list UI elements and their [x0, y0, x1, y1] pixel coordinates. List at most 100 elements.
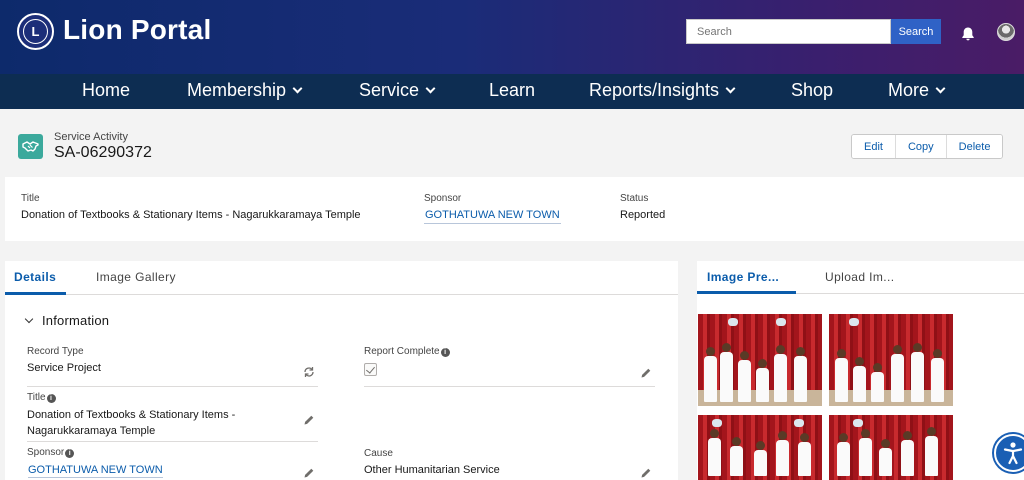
chevron-down-icon [24, 314, 34, 324]
record-actions: Edit Copy Delete [851, 134, 1004, 159]
title-label-text: Title [27, 392, 46, 403]
photo-person [931, 349, 944, 402]
photo-decoration [776, 318, 786, 326]
nav-shop[interactable]: Shop [791, 74, 833, 109]
accessibility-icon [1003, 442, 1023, 465]
logo-text: L [23, 19, 48, 44]
tab-upload-image[interactable]: Upload Im... [825, 270, 895, 284]
details-card: Details Image Gallery Information Record… [5, 261, 678, 480]
record-name: SA-06290372 [54, 144, 152, 161]
report-complete-text: Report Complete [364, 346, 440, 357]
record-header: Service Activity SA-06290372 Edit Copy D… [0, 109, 1024, 173]
gallery-photo[interactable] [698, 314, 822, 406]
bell-icon[interactable] [960, 26, 976, 42]
nav-learn[interactable]: Learn [489, 74, 535, 109]
report-complete-checkbox [364, 363, 377, 376]
info-icon[interactable]: i [440, 348, 450, 357]
user-avatar[interactable] [997, 23, 1015, 41]
photo-person [859, 429, 872, 476]
photo-person [708, 429, 721, 476]
details-tabs: Details Image Gallery [5, 261, 678, 295]
photo-person [754, 441, 767, 476]
photo-person [879, 439, 892, 476]
title-value-line2: Nagarukkaramaya Temple [27, 425, 156, 437]
gallery-photo[interactable] [829, 415, 953, 480]
highlights-panel: Title Donation of Textbooks & Stationary… [5, 177, 1024, 241]
change-record-type-icon[interactable] [303, 366, 315, 378]
highlight-status-label: Status [620, 193, 649, 204]
edit-button[interactable]: Edit [852, 135, 895, 158]
search-input[interactable] [686, 19, 891, 44]
info-icon[interactable]: i [65, 449, 75, 458]
photo-person [871, 363, 884, 402]
chevron-down-icon [935, 83, 946, 94]
edit-pencil-icon[interactable] [303, 467, 315, 479]
highlight-title-value: Donation of Textbooks & Stationary Items… [21, 209, 361, 221]
gallery-photo[interactable] [698, 415, 822, 480]
photo-person [756, 359, 769, 402]
accessibility-button[interactable] [994, 434, 1024, 472]
active-tab-indicator [5, 292, 66, 295]
nav-label: Reports/Insights [589, 80, 720, 100]
cause-field-label: Cause [364, 448, 393, 459]
main-nav: Home Membership Service Learn Reports/In… [0, 74, 1024, 109]
sponsor-label-text: Sponsor [27, 447, 65, 458]
photo-person [853, 357, 866, 402]
record-type-label: Record Type [27, 346, 84, 357]
photo-person [730, 437, 743, 476]
delete-button[interactable]: Delete [945, 135, 1003, 158]
sponsor-link[interactable]: GOTHATUWA NEW TOWN [28, 464, 163, 478]
highlight-sponsor-value[interactable]: GOTHATUWA NEW TOWN [424, 209, 561, 224]
nav-home[interactable]: Home [82, 74, 130, 109]
photo-person [798, 433, 811, 476]
divider [27, 441, 318, 442]
photo-decoration [712, 419, 722, 427]
title-field-value: Donation of Textbooks & Stationary Items… [27, 407, 235, 439]
info-icon[interactable]: i [46, 394, 56, 403]
nav-reports-insights[interactable]: Reports/Insights [589, 74, 736, 109]
sponsor-field-value[interactable]: GOTHATUWA NEW TOWN [28, 462, 163, 478]
nav-membership[interactable]: Membership [187, 74, 303, 109]
brand-title[interactable]: Lion Portal [63, 14, 211, 46]
highlight-status-value: Reported [620, 209, 666, 221]
copy-button[interactable]: Copy [894, 135, 946, 158]
lions-logo[interactable]: L [17, 13, 54, 50]
photo-person [776, 431, 789, 476]
edit-pencil-icon[interactable] [640, 367, 652, 379]
nav-label: Learn [489, 80, 536, 100]
title-field-label: Title i [27, 392, 56, 403]
nav-label: Service [359, 80, 420, 100]
chevron-down-icon [425, 83, 436, 94]
search-button[interactable]: Search [891, 19, 941, 44]
nav-more[interactable]: More [888, 74, 946, 109]
sponsor-link[interactable]: GOTHATUWA NEW TOWN [424, 209, 561, 224]
photo-decoration [794, 419, 804, 427]
tab-image-gallery[interactable]: Image Gallery [96, 270, 176, 284]
top-header: L Lion Portal Search [0, 0, 1024, 74]
edit-pencil-icon[interactable] [640, 467, 652, 479]
gallery-tabs: Image Pre... Upload Im... [697, 261, 1024, 294]
tab-details[interactable]: Details [14, 270, 56, 284]
photo-person [901, 431, 914, 476]
handshake-icon [18, 134, 43, 159]
chevron-down-icon [725, 83, 736, 94]
tab-image-preview[interactable]: Image Pre... [707, 270, 779, 284]
photo-person [925, 427, 938, 476]
section-information[interactable]: Information [24, 313, 109, 328]
edit-pencil-icon[interactable] [303, 414, 315, 426]
chevron-down-icon [292, 83, 303, 94]
nav-label: Membership [187, 80, 287, 100]
photo-person [837, 433, 850, 476]
highlight-sponsor-label: Sponsor [424, 193, 462, 204]
photo-decoration [853, 419, 863, 427]
nav-label: Shop [791, 80, 834, 100]
photo-person [911, 343, 924, 402]
gallery-photo[interactable] [829, 314, 953, 406]
divider [364, 386, 655, 387]
photo-person [738, 351, 751, 402]
nav-label: Home [82, 80, 131, 100]
nav-service[interactable]: Service [359, 74, 436, 109]
object-type-label: Service Activity [54, 131, 128, 143]
photo-person [774, 345, 787, 402]
cause-field-value: Other Humanitarian Service [364, 464, 500, 476]
